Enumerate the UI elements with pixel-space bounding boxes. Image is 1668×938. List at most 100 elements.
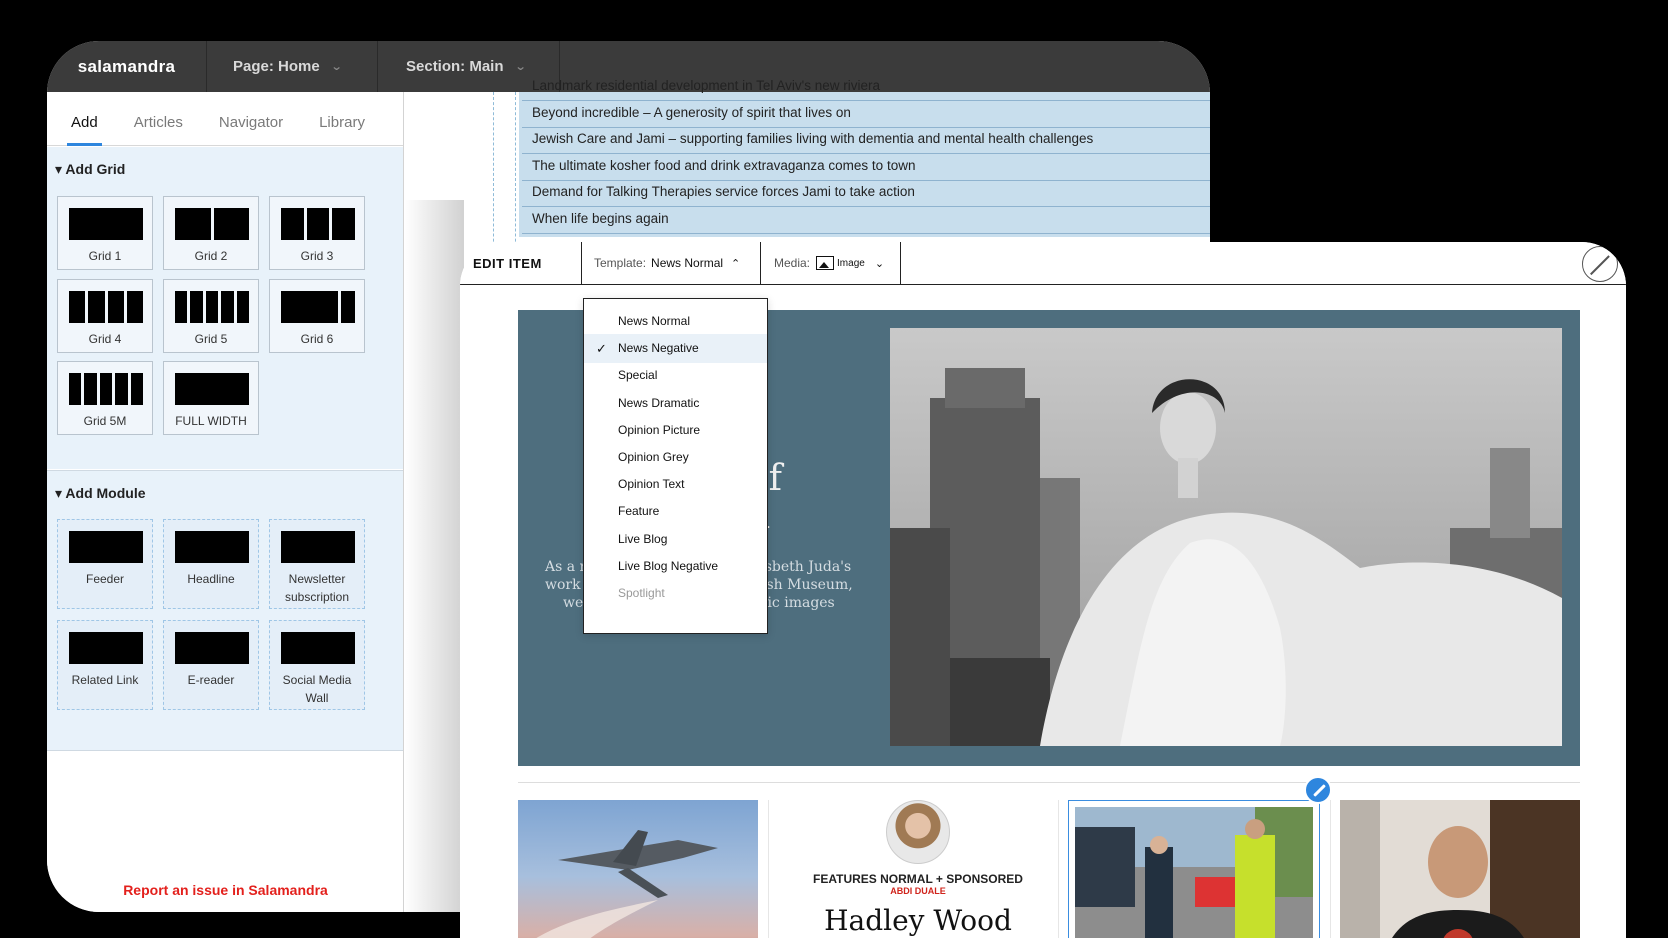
card-police-selected[interactable]: [1068, 800, 1320, 938]
grid-preview-icon: [175, 208, 249, 240]
template-option[interactable]: Opinion Text: [584, 470, 767, 499]
police-scene-image: [1075, 807, 1313, 938]
grid-tile[interactable]: Grid 5: [163, 279, 259, 353]
section-divider: [518, 782, 1580, 783]
grid-tile[interactable]: Grid 1: [57, 196, 153, 270]
tab-articles[interactable]: Articles: [134, 114, 183, 145]
grid-tile[interactable]: Grid 3: [269, 196, 365, 270]
tab-add[interactable]: Add: [67, 114, 102, 146]
template-option[interactable]: Special: [584, 361, 767, 390]
template-dropdown-menu: News Normal ✓ News Negative Special News Dra…: [583, 298, 768, 634]
module-tile-label: Related Link: [71, 673, 139, 687]
card-portrait[interactable]: [1340, 800, 1580, 938]
page-selector[interactable]: Page: Home ⌄: [207, 41, 378, 92]
grid-preview-icon: [175, 373, 249, 405]
module-tile[interactable]: Related Link: [57, 620, 153, 710]
edit-pencil-button[interactable]: [1304, 776, 1332, 804]
sidebar-tabs: Add Articles Navigator Library: [47, 92, 403, 146]
template-value: News Normal: [651, 256, 724, 270]
hero-photo: [890, 328, 1562, 746]
article-list-item[interactable]: Landmark residential development in Tel …: [522, 73, 1210, 101]
template-option-label: Special: [618, 368, 658, 383]
grid-tile[interactable]: Grid 5M: [57, 361, 153, 435]
template-option-label: Live Blog: [618, 531, 668, 546]
edit-item-title: EDIT ITEM: [460, 242, 582, 284]
grid-preview-icon: [281, 291, 355, 323]
template-option[interactable]: Opinion Picture: [584, 416, 767, 445]
avatar: [886, 800, 950, 864]
module-tile[interactable]: E-reader: [163, 620, 259, 710]
card-kicker: FEATURES NORMAL + SPONSORED: [813, 872, 1023, 886]
media-label: Media:: [774, 256, 811, 270]
template-selector[interactable]: Template: News Normal ⌃: [582, 242, 761, 284]
grid-preview-icon: [281, 208, 356, 240]
template-option: Spotlight: [584, 579, 767, 608]
card-headline: Hadley Wood: [824, 904, 1012, 937]
add-grid-header[interactable]: ▾ Add Grid: [55, 161, 125, 178]
template-option[interactable]: News Normal: [584, 307, 767, 336]
article-list-item[interactable]: Jewish Care and Jami – supporting famili…: [522, 126, 1210, 154]
module-tile[interactable]: Headline: [163, 519, 259, 609]
module-tile-label: Newsletter subscription: [284, 572, 350, 604]
article-list-item[interactable]: Demand for Talking Therapies service for…: [522, 179, 1210, 207]
article-list-item[interactable]: Beyond incredible – A generosity of spir…: [522, 100, 1210, 128]
brand-logo[interactable]: salamandra: [47, 41, 207, 92]
add-module-panel: ▾ Add Module Feeder Headline Newsletter su…: [47, 470, 403, 751]
template-option[interactable]: Feature: [584, 497, 767, 526]
brand-name: salamandra: [77, 56, 176, 76]
close-button[interactable]: [1582, 246, 1618, 282]
grid-preview-icon: [175, 291, 250, 323]
add-module-header[interactable]: ▾ Add Module: [55, 485, 146, 502]
add-grid-title: Add Grid: [65, 161, 126, 177]
template-option-label: Feature: [618, 504, 660, 519]
card-feature[interactable]: FEATURES NORMAL + SPONSORED ABDI DUALE H…: [778, 800, 1058, 938]
template-option[interactable]: News Dramatic: [584, 389, 767, 418]
tab-navigator[interactable]: Navigator: [219, 114, 283, 145]
chevron-down-icon: ⌄: [874, 257, 885, 270]
section-selector-label: Section: Main: [406, 58, 504, 75]
template-option-label: Opinion Picture: [618, 422, 701, 437]
grid-tile[interactable]: Grid 4: [57, 279, 153, 353]
module-tile[interactable]: Newsletter subscription: [269, 519, 365, 609]
grid-tile[interactable]: Grid 6: [269, 279, 365, 353]
report-issue-link[interactable]: Report an issue in Salamandra: [47, 882, 404, 898]
grid-preview-icon: [69, 291, 143, 323]
chevron-down-icon: ⌄: [330, 61, 343, 73]
template-option-label: News Dramatic: [618, 395, 700, 410]
page-selector-label: Page: Home: [233, 58, 320, 75]
template-option-label: Spotlight: [618, 586, 665, 600]
template-option[interactable]: Opinion Grey: [584, 443, 767, 472]
template-option[interactable]: ✓ News Negative: [584, 334, 767, 364]
grid-tile[interactable]: Grid 2: [163, 196, 259, 270]
module-preview-icon: [69, 531, 143, 563]
module-preview-icon: [281, 632, 355, 664]
grid-tile-label: Grid 5M: [83, 414, 127, 428]
card-separator: [1330, 800, 1331, 938]
edit-item-toolbar: EDIT ITEM Template: News Normal ⌃ Media:…: [460, 242, 1626, 285]
image-icon: [816, 256, 835, 270]
media-selector[interactable]: Media: Image ⌄: [761, 242, 901, 284]
grid-tile-label: FULL WIDTH: [175, 414, 247, 428]
grid-tile[interactable]: FULL WIDTH: [163, 361, 259, 435]
card-byline: ABDI DUALE: [890, 886, 946, 896]
article-list-item[interactable]: The ultimate kosher food and drink extra…: [522, 153, 1210, 181]
card-jet[interactable]: [518, 800, 758, 938]
grid-preview-icon: [69, 208, 143, 240]
template-option[interactable]: Live Blog Negative: [584, 552, 767, 581]
media-value: Image: [837, 257, 865, 269]
window-shadow: [404, 200, 464, 938]
module-tile[interactable]: Social Media Wall: [269, 620, 365, 710]
checkmark-icon: ✓: [596, 341, 607, 357]
module-preview-icon: [175, 531, 249, 563]
template-label: Template:: [594, 256, 647, 270]
card-separator: [768, 800, 769, 938]
article-list-item[interactable]: When life begins again: [522, 206, 1210, 234]
module-tile[interactable]: Feeder: [57, 519, 153, 609]
template-option[interactable]: Live Blog: [584, 525, 767, 554]
grid-tile-label: Grid 5: [194, 332, 228, 346]
tab-library[interactable]: Library: [319, 114, 365, 145]
module-tile-label: Social Media Wall: [282, 673, 352, 705]
grid-preview-icon: [69, 373, 144, 405]
card-separator: [1058, 800, 1059, 938]
module-preview-icon: [281, 531, 355, 563]
